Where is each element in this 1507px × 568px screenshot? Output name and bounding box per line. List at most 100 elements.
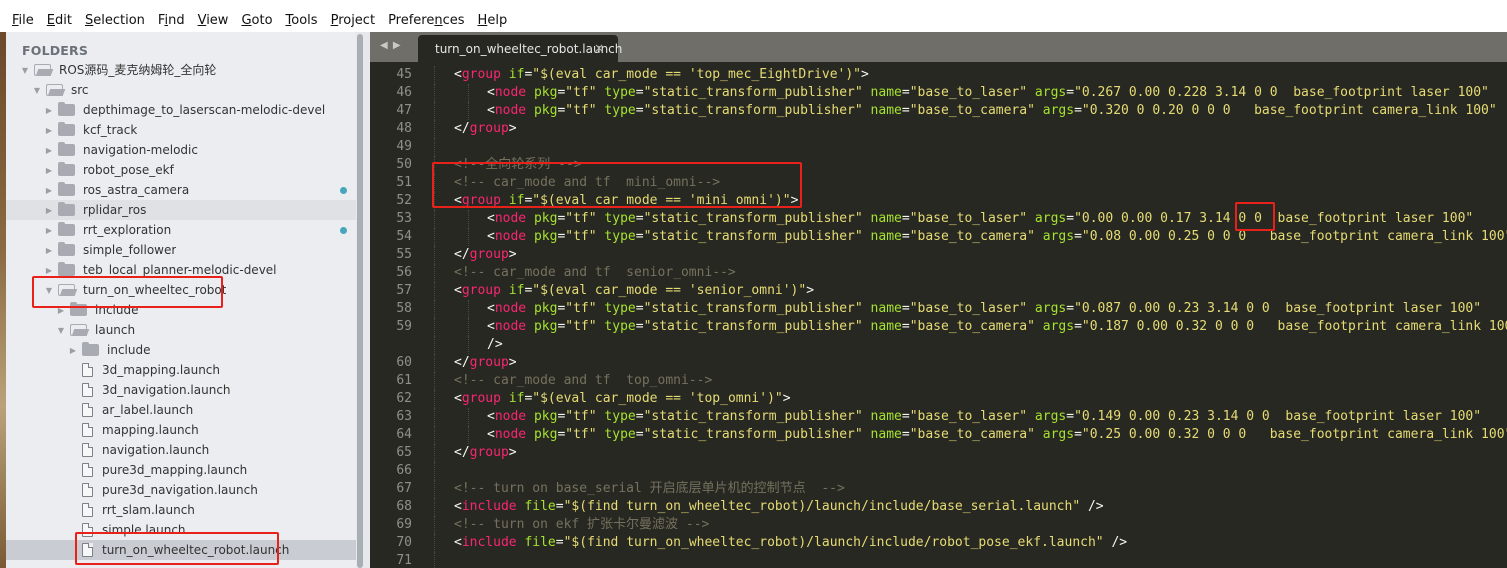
- file-item[interactable]: turn_on_wheeltec_robot.launch: [6, 540, 361, 560]
- indent-guide: [434, 462, 435, 480]
- folder-item[interactable]: ▶ include: [6, 300, 361, 320]
- collapsed-arrow-icon[interactable]: ▶: [44, 226, 54, 235]
- indent-guide: [468, 336, 469, 354]
- indent-guide: [468, 84, 469, 102]
- file-item[interactable]: navigation.launch: [6, 440, 361, 460]
- code-text: <group if="$(eval car_mode == 'top_omni'…: [454, 391, 791, 406]
- menu-selection[interactable]: Selection: [85, 13, 145, 28]
- expanded-arrow-icon[interactable]: ▼: [32, 86, 42, 95]
- menu-project[interactable]: Project: [331, 13, 376, 28]
- code-line[interactable]: 63 <node pkg="tf" type="static_transform_…: [370, 408, 1507, 426]
- item-label: include: [95, 303, 139, 317]
- code-editor[interactable]: 45 <group if="$(eval car_mode == 'top_mec…: [370, 62, 1507, 568]
- folder-icon: [58, 142, 75, 156]
- code-line[interactable]: 70 <include file="$(find turn_on_wheeltec…: [370, 534, 1507, 552]
- file-item[interactable]: ar_label.launch: [6, 400, 361, 420]
- code-line[interactable]: 56 <!-- car_mode and tf senior_omni-->: [370, 264, 1507, 282]
- folder-item[interactable]: ▶ depthimage_to_laserscan-melodic-devel: [6, 100, 361, 120]
- collapsed-arrow-icon[interactable]: ▶: [44, 166, 54, 175]
- collapsed-arrow-icon[interactable]: ▶: [44, 186, 54, 195]
- collapsed-arrow-icon[interactable]: ▶: [44, 206, 54, 215]
- code-line[interactable]: 52 <group if="$(eval car_mode == 'mini_om…: [370, 192, 1507, 210]
- folder-item[interactable]: ▼ src: [6, 80, 361, 100]
- sidebar-scrollbar-thumb[interactable]: [357, 34, 363, 568]
- file-item[interactable]: 3d_navigation.launch: [6, 380, 361, 400]
- collapsed-arrow-icon[interactable]: ▶: [44, 146, 54, 155]
- code-line[interactable]: 62 <group if="$(eval car_mode == 'top_omn…: [370, 390, 1507, 408]
- folder-item[interactable]: ▼ ROS源码_麦克纳姆轮_全向轮: [6, 60, 361, 80]
- menu-help[interactable]: Help: [478, 13, 508, 28]
- code-text: </group>: [454, 445, 517, 460]
- code-line[interactable]: 60 </group>: [370, 354, 1507, 372]
- indent-guide: [468, 300, 469, 318]
- folder-item[interactable]: ▶ navigation-melodic: [6, 140, 361, 160]
- folder-icon: [70, 302, 87, 316]
- collapsed-arrow-icon[interactable]: ▶: [44, 246, 54, 255]
- code-line[interactable]: 45 <group if="$(eval car_mode == 'top_mec…: [370, 66, 1507, 84]
- folder-item[interactable]: ▶ robot_pose_ekf: [6, 160, 361, 180]
- code-line[interactable]: 54 <node pkg="tf" type="static_transform_…: [370, 228, 1507, 246]
- menu-find[interactable]: Find: [158, 13, 185, 28]
- code-line[interactable]: 53 <node pkg="tf" type="static_transform_…: [370, 210, 1507, 228]
- menu-preferences[interactable]: Preferences: [388, 13, 464, 28]
- code-line[interactable]: 51 <!-- car_mode and tf mini_omni-->: [370, 174, 1507, 192]
- tab-nav-arrows-icon[interactable]: ◀ ▶: [380, 40, 402, 51]
- tab-turn-on-wheeltec-robot-launch[interactable]: turn_on_wheeltec_robot.launch ×: [418, 35, 622, 62]
- code-line[interactable]: 46 <node pkg="tf" type="static_transform_…: [370, 84, 1507, 102]
- code-line[interactable]: 66: [370, 462, 1507, 480]
- folder-item[interactable]: ▼ launch: [6, 320, 361, 340]
- collapsed-arrow-icon[interactable]: ▶: [44, 106, 54, 115]
- code-line[interactable]: 58 <node pkg="tf" type="static_transform_…: [370, 300, 1507, 318]
- code-line[interactable]: 59 <node pkg="tf" type="static_transform_…: [370, 318, 1507, 336]
- indent-guide: [468, 210, 469, 228]
- code-line[interactable]: 50 <!--全向轮系列 -->: [370, 156, 1507, 174]
- expanded-arrow-icon[interactable]: ▼: [44, 286, 54, 295]
- code-line[interactable]: 65 </group>: [370, 444, 1507, 462]
- menu-goto[interactable]: Goto: [241, 13, 272, 28]
- file-item[interactable]: rrt_slam.launch: [6, 500, 361, 520]
- folder-icon: [58, 122, 75, 136]
- folder-item[interactable]: ▶ ros_astra_camera: [6, 180, 361, 200]
- file-item[interactable]: pure3d_mapping.launch: [6, 460, 361, 480]
- menu-file[interactable]: File: [12, 13, 34, 28]
- code-line[interactable]: 47 <node pkg="tf" type="static_transform_…: [370, 102, 1507, 120]
- collapsed-arrow-icon[interactable]: ▶: [56, 306, 66, 315]
- code-line[interactable]: 69 <!-- turn on ekf 扩张卡尔曼滤波 -->: [370, 516, 1507, 534]
- code-line[interactable]: 61 <!-- car_mode and tf top_omni-->: [370, 372, 1507, 390]
- menu-tools[interactable]: Tools: [286, 13, 318, 28]
- file-item[interactable]: 3d_mapping.launch: [6, 360, 361, 380]
- code-line[interactable]: />: [370, 336, 1507, 354]
- indent-guide: [434, 210, 435, 228]
- folder-item[interactable]: ▶ simple_follower: [6, 240, 361, 260]
- folder-item[interactable]: ▶ rplidar_ros: [6, 200, 361, 220]
- expanded-arrow-icon[interactable]: ▼: [20, 66, 30, 75]
- code-line[interactable]: 55 </group>: [370, 246, 1507, 264]
- indent-guide: [434, 444, 435, 462]
- folder-item[interactable]: ▶ include: [6, 340, 361, 360]
- collapsed-arrow-icon[interactable]: ▶: [68, 346, 78, 355]
- close-tab-icon[interactable]: ×: [594, 41, 604, 55]
- folder-item[interactable]: ▶ kcf_track: [6, 120, 361, 140]
- expanded-arrow-icon[interactable]: ▼: [56, 326, 66, 335]
- folder-item[interactable]: ▼ turn_on_wheeltec_robot: [6, 280, 361, 300]
- collapsed-arrow-icon[interactable]: ▶: [44, 126, 54, 135]
- folder-item[interactable]: ▶ rrt_exploration: [6, 220, 361, 240]
- code-line[interactable]: 68 <include file="$(find turn_on_wheeltec…: [370, 498, 1507, 516]
- menu-edit[interactable]: Edit: [47, 13, 72, 28]
- code-line[interactable]: 48 </group>: [370, 120, 1507, 138]
- menu-view[interactable]: View: [198, 13, 229, 28]
- code-line[interactable]: 64 <node pkg="tf" type="static_transform_…: [370, 426, 1507, 444]
- collapsed-arrow-icon[interactable]: ▶: [44, 266, 54, 275]
- indent-guide: [468, 228, 469, 246]
- file-item[interactable]: mapping.launch: [6, 420, 361, 440]
- folder-icon: [58, 202, 75, 216]
- code-line[interactable]: 67 <!-- turn on base_serial 开启底层单片机的控制节点 …: [370, 480, 1507, 498]
- folder-item[interactable]: ▶ teb_local_planner-melodic-devel: [6, 260, 361, 280]
- file-item[interactable]: pure3d_navigation.launch: [6, 480, 361, 500]
- code-line[interactable]: 71: [370, 552, 1507, 568]
- code-line[interactable]: 49: [370, 138, 1507, 156]
- code-line[interactable]: 57 <group if="$(eval car_mode == 'senior_…: [370, 282, 1507, 300]
- sidebar-scrollbar[interactable]: [356, 32, 364, 568]
- folder-open-icon: [34, 64, 51, 76]
- file-item[interactable]: simple.launch: [6, 520, 361, 540]
